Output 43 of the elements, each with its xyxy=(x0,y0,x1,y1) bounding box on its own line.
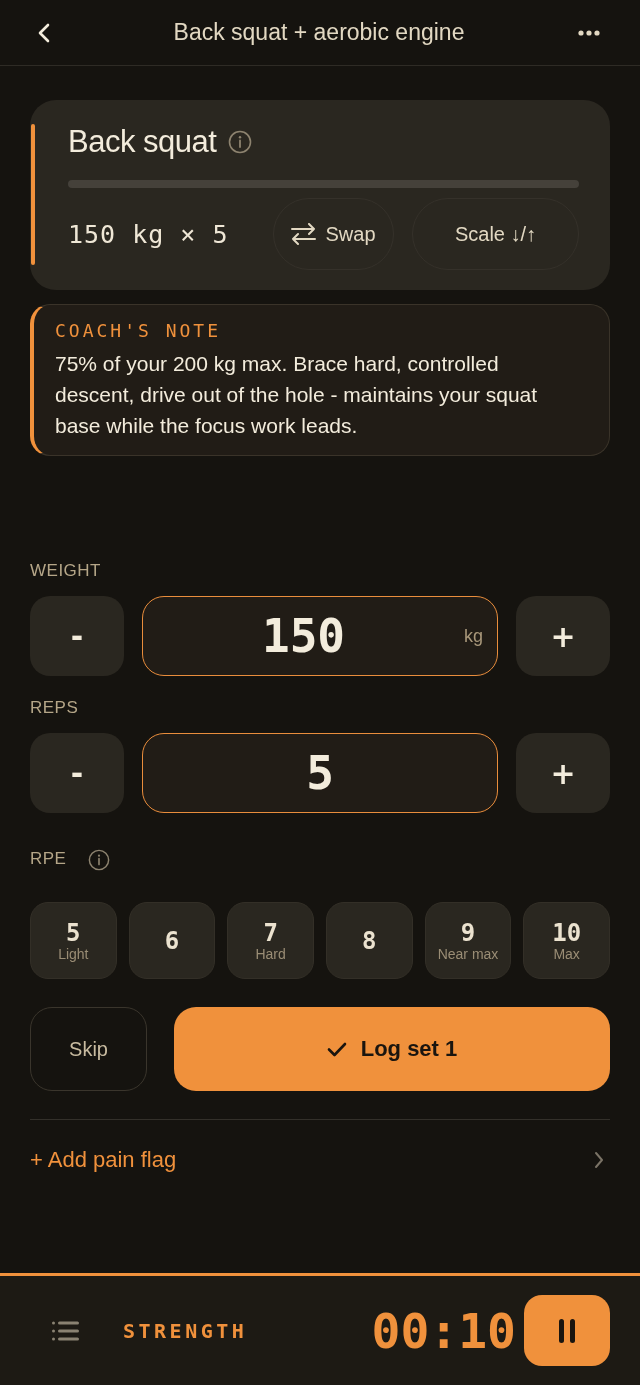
field-label: REPS xyxy=(30,698,79,718)
chevron-right-icon[interactable] xyxy=(594,1151,604,1169)
decrement-button[interactable]: - xyxy=(30,596,124,676)
screen-title: Back squat + aerobic engine xyxy=(173,19,465,46)
note-text: 75% of your 200 kg max. Brace hard, controlled descent, drive out of the hole - maintains your squat base while the focus work leads. xyxy=(55,351,539,439)
exercise-name: Back squat xyxy=(68,124,217,160)
pause-button[interactable] xyxy=(524,1295,610,1366)
info-icon[interactable] xyxy=(88,849,111,871)
field-value: 150 xyxy=(261,609,346,663)
info-icon[interactable] xyxy=(228,130,253,154)
add-pain-flag-link[interactable]: + Add pain flag xyxy=(30,1147,177,1173)
timer: 00:10 xyxy=(371,1302,516,1359)
scale-button[interactable]: Scale ↓/↑ xyxy=(412,198,579,270)
note-heading: COACH'S NOTE xyxy=(55,320,222,342)
swap-arrows-icon xyxy=(291,223,317,245)
field-label: WEIGHT xyxy=(30,561,101,581)
value-field[interactable]: 5 xyxy=(142,733,498,813)
rpe-option[interactable]: 9 Near max xyxy=(424,902,512,979)
decrement-button[interactable]: - xyxy=(30,733,124,813)
mode-label: STRENGTH xyxy=(123,1318,248,1343)
swap-button[interactable]: Swap xyxy=(273,198,394,270)
list-icon xyxy=(52,1319,79,1342)
field-value: 5 xyxy=(306,746,334,800)
rpe-option[interactable]: 6 xyxy=(128,902,216,979)
increment-button[interactable]: + xyxy=(516,596,610,676)
pause-icon xyxy=(558,1317,576,1344)
value-field[interactable]: 150 kg xyxy=(142,596,498,676)
rpe-option[interactable]: 8 xyxy=(326,902,413,979)
unit-label: kg xyxy=(464,625,483,647)
skip-button[interactable]: Skip xyxy=(30,1007,147,1091)
rpe-option[interactable]: 7 Hard xyxy=(227,902,314,979)
rpe-option[interactable]: 10 Max xyxy=(523,902,610,979)
increment-button[interactable]: + xyxy=(516,733,610,813)
rpe-option[interactable]: 5 Light xyxy=(30,902,117,979)
more-button[interactable] xyxy=(578,29,600,36)
log-set-button[interactable]: Log set 1 xyxy=(174,1007,610,1091)
back-button[interactable] xyxy=(38,22,50,43)
chevron-left-icon xyxy=(38,22,50,43)
field-label: RPE xyxy=(30,849,67,869)
prescription: 150 kg × 5 xyxy=(68,219,229,249)
list-button[interactable] xyxy=(52,1319,79,1342)
checkmark-icon xyxy=(326,1041,347,1057)
more-dots-icon xyxy=(578,29,600,36)
